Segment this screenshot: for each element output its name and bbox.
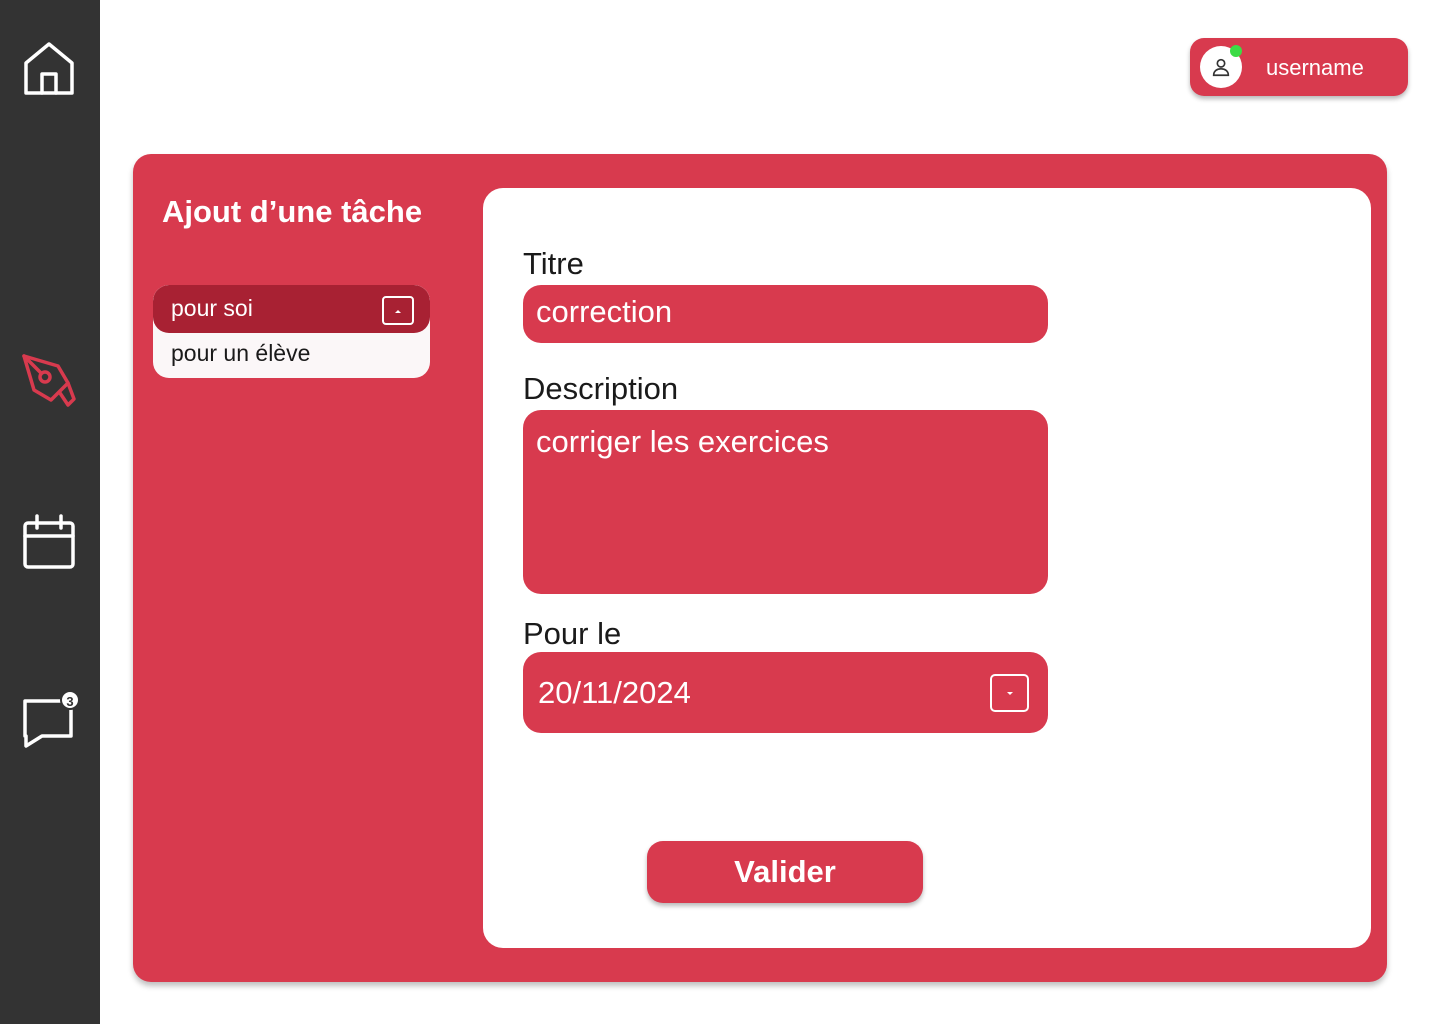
user-icon bbox=[1212, 58, 1230, 77]
title-input[interactable]: correction bbox=[523, 285, 1048, 343]
caret-down-icon[interactable] bbox=[990, 674, 1029, 712]
recipient-option-label: pour un élève bbox=[171, 340, 311, 366]
username-label: username bbox=[1266, 55, 1364, 80]
page-title: Ajout d’une tâche bbox=[162, 194, 423, 229]
recipient-dropdown[interactable]: pour soi pour un élève bbox=[153, 285, 430, 378]
sidebar: 3 bbox=[0, 0, 100, 1024]
recipient-option-self[interactable]: pour soi bbox=[153, 285, 430, 333]
avatar bbox=[1200, 45, 1242, 88]
unread-badge: 3 bbox=[60, 690, 80, 710]
due-date-value: 20/11/2024 bbox=[538, 675, 691, 710]
submit-button[interactable]: Valider bbox=[647, 841, 923, 903]
add-task-panel: Ajout d’une tâche pour soi pour un élève… bbox=[133, 154, 1387, 982]
user-menu-button[interactable]: username bbox=[1190, 38, 1408, 96]
chat-bubble-icon[interactable]: 3 bbox=[18, 690, 80, 752]
title-label: Titre bbox=[523, 246, 584, 281]
task-form: Titre correction Description corriger le… bbox=[483, 188, 1371, 948]
home-icon[interactable] bbox=[18, 38, 80, 100]
description-input[interactable]: corriger les exercices bbox=[523, 410, 1048, 594]
pen-nib-icon[interactable] bbox=[18, 350, 80, 412]
online-status-dot bbox=[1230, 45, 1242, 57]
due-date-picker[interactable]: 20/11/2024 bbox=[523, 652, 1048, 733]
due-date-label: Pour le bbox=[523, 616, 622, 651]
caret-up-icon[interactable] bbox=[382, 296, 414, 325]
calendar-icon[interactable] bbox=[18, 512, 80, 574]
recipient-option-student[interactable]: pour un élève bbox=[153, 333, 430, 378]
recipient-selected-label: pour soi bbox=[171, 295, 253, 321]
description-label: Description bbox=[523, 371, 679, 406]
